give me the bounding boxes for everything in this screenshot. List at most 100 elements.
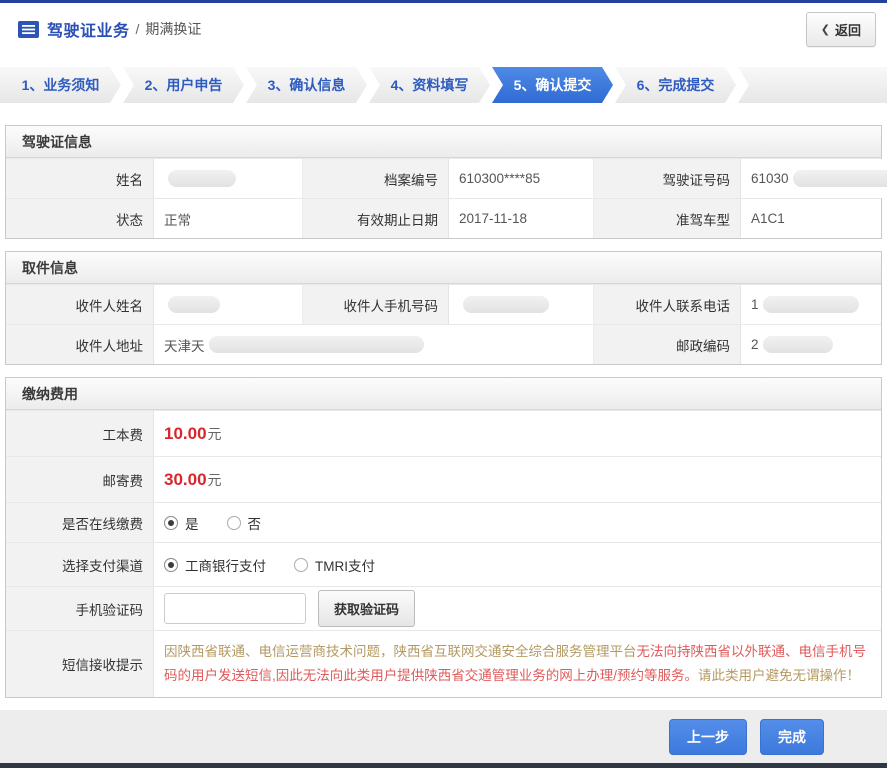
back-button[interactable]: ❮ 返回 — [805, 11, 876, 47]
field-label-postage-fee: 邮寄费 — [6, 457, 154, 502]
online-pay-row: 是否在线缴费 是 否 — [6, 502, 881, 542]
footer-band: 上一步 完成 — [0, 710, 887, 768]
table-row: 姓名 档案编号 610300****85 驾驶证号码 61030 — [6, 158, 887, 198]
sms-code-row: 手机验证码 获取验证码 — [6, 586, 881, 630]
section-title-fees: 缴纳费用 — [6, 378, 881, 410]
action-button-row: 上一步 完成 — [0, 710, 887, 763]
sms-notice-text: 因陕西省联通、电信运营商技术问题，陕西省互联网交通安全综合服务管理平台无法向持陕… — [154, 631, 881, 697]
field-label-vehicle-class: 准驾车型 — [594, 199, 741, 238]
field-label-postal-code: 邮政编码 — [594, 325, 741, 364]
sms-code-input[interactable] — [164, 593, 306, 624]
section-title-license: 驾驶证信息 — [6, 126, 881, 158]
radio-selected-icon[interactable] — [164, 557, 178, 572]
field-value-contact-phone: 1 — [741, 285, 881, 324]
postal-code-prefix: 2 — [751, 337, 759, 352]
field-value-expiry-date: 2017-11-18 — [449, 199, 594, 238]
field-value-work-fee: 10.00 元 — [154, 411, 881, 456]
notice-segment: 因陕西省联通、电信运营商技术问题，陕西省互联网交通安全综合服务管理平台 — [164, 644, 637, 659]
section-title-pickup: 取件信息 — [6, 252, 881, 284]
pay-channel-row: 选择支付渠道 工商银行支付 TMRI支付 — [6, 542, 881, 586]
radio-unselected-icon[interactable] — [226, 515, 241, 530]
field-value-address: 天津天 — [154, 325, 594, 364]
chevron-left-icon: ❮ — [820, 23, 830, 36]
field-value-recipient-name — [154, 285, 303, 324]
redacted-value — [168, 296, 220, 313]
field-label-contact-phone: 收件人联系电话 — [594, 285, 741, 324]
contact-phone-prefix: 1 — [751, 297, 759, 312]
field-value-postage-fee: 30.00 元 — [154, 457, 881, 502]
footer-dark-bar — [0, 763, 887, 768]
table-row: 收件人姓名 收件人手机号码 收件人联系电话 1 — [6, 284, 881, 324]
field-value-file-number: 610300****85 — [449, 159, 594, 198]
redacted-value — [208, 336, 424, 353]
back-button-label: 返回 — [834, 22, 861, 38]
field-label-pay-channel: 选择支付渠道 — [6, 543, 154, 586]
field-label-online-pay: 是否在线缴费 — [6, 503, 154, 542]
redacted-value — [762, 296, 859, 313]
radio-label: 否 — [247, 516, 262, 532]
postage-fee-unit: 元 — [207, 471, 222, 488]
field-label-sms-notice: 短信接收提示 — [6, 631, 154, 697]
list-icon — [18, 20, 39, 38]
work-fee-amount: 10.00 — [164, 423, 207, 443]
field-value-recipient-mobile — [449, 285, 594, 324]
redacted-value — [792, 170, 887, 187]
wizard-step-5-active[interactable]: 5、确认提交 — [492, 67, 613, 103]
prev-step-button[interactable]: 上一步 — [669, 718, 747, 755]
postage-fee-amount: 30.00 — [164, 469, 207, 489]
address-prefix: 天津天 — [164, 338, 205, 354]
sms-notice-row: 短信接收提示 因陕西省联通、电信运营商技术问题，陕西省互联网交通安全综合服务管理… — [6, 630, 881, 697]
finish-button[interactable]: 完成 — [760, 718, 824, 755]
work-fee-unit: 元 — [207, 425, 222, 442]
section-license-info: 驾驶证信息 姓名 档案编号 610300****85 驾驶证号码 61030 状… — [5, 125, 887, 239]
field-label-status: 状态 — [6, 199, 154, 238]
field-value-vehicle-class: A1C1 — [741, 199, 881, 238]
get-code-button[interactable]: 获取验证码 — [318, 590, 416, 627]
wizard-step-6[interactable]: 6、完成提交 — [615, 67, 736, 103]
radio-online-pay-yes[interactable]: 是 — [164, 513, 199, 533]
breadcrumb-current: 期满换证 — [145, 21, 202, 37]
radio-label: TMRI支付 — [315, 558, 375, 574]
field-value-name — [154, 159, 303, 198]
field-label-address: 收件人地址 — [6, 325, 154, 364]
breadcrumb: 驾驶证业务 / 期满换证 — [18, 17, 201, 41]
wizard-step-1[interactable]: 1、业务须知 — [0, 67, 121, 103]
redacted-value — [168, 170, 236, 187]
field-label-recipient-mobile: 收件人手机号码 — [303, 285, 449, 324]
field-label-name: 姓名 — [6, 159, 154, 198]
sms-code-field: 获取验证码 — [154, 587, 881, 630]
radio-channel-tmri[interactable]: TMRI支付 — [294, 555, 375, 575]
section-payment-fees: 缴纳费用 工本费 10.00 元 邮寄费 30.00 元 是否在线缴费 是 否 … — [5, 377, 882, 698]
radio-label: 工商银行支付 — [185, 558, 266, 574]
field-label-recipient-name: 收件人姓名 — [6, 285, 154, 324]
field-label-file-number: 档案编号 — [303, 159, 449, 198]
wizard-step-4[interactable]: 4、资料填写 — [369, 67, 490, 103]
field-value-postal-code: 2 — [741, 325, 881, 364]
fee-row-workfee: 工本费 10.00 元 — [6, 410, 881, 456]
pay-channel-options: 工商银行支付 TMRI支付 — [154, 543, 881, 586]
field-value-license-number: 61030 — [741, 159, 887, 198]
redacted-value — [762, 336, 833, 353]
breadcrumb-separator: / — [135, 21, 140, 37]
table-row: 收件人地址 天津天 邮政编码 2 — [6, 324, 881, 364]
wizard-step-2[interactable]: 2、用户申告 — [123, 67, 244, 103]
wizard-step-3[interactable]: 3、确认信息 — [246, 67, 367, 103]
radio-unselected-icon[interactable] — [294, 557, 308, 572]
section-pickup-info: 取件信息 收件人姓名 收件人手机号码 收件人联系电话 1 收件人地址 天津天 邮… — [5, 251, 882, 365]
breadcrumb-section[interactable]: 驾驶证业务 — [47, 17, 130, 41]
field-label-expiry-date: 有效期止日期 — [303, 199, 449, 238]
wizard-filler — [738, 67, 887, 103]
table-row: 状态 正常 有效期止日期 2017-11-18 准驾车型 A1C1 — [6, 198, 881, 238]
radio-channel-icbc[interactable]: 工商银行支付 — [164, 555, 266, 575]
radio-selected-icon[interactable] — [164, 515, 178, 530]
redacted-value — [463, 296, 549, 313]
notice-segment: 请此类用户避免无谓操作！ — [698, 668, 861, 683]
online-pay-options: 是 否 — [154, 503, 881, 542]
radio-label: 是 — [185, 516, 199, 532]
radio-online-pay-no[interactable]: 否 — [226, 513, 262, 533]
page-header: 驾驶证业务 / 期满换证 ❮ 返回 — [0, 3, 887, 55]
license-number-prefix: 61030 — [751, 171, 789, 186]
field-label-work-fee: 工本费 — [6, 411, 154, 456]
field-value-status: 正常 — [154, 199, 303, 238]
step-wizard: 1、业务须知 2、用户申告 3、确认信息 4、资料填写 5、确认提交 6、完成提… — [0, 67, 887, 103]
